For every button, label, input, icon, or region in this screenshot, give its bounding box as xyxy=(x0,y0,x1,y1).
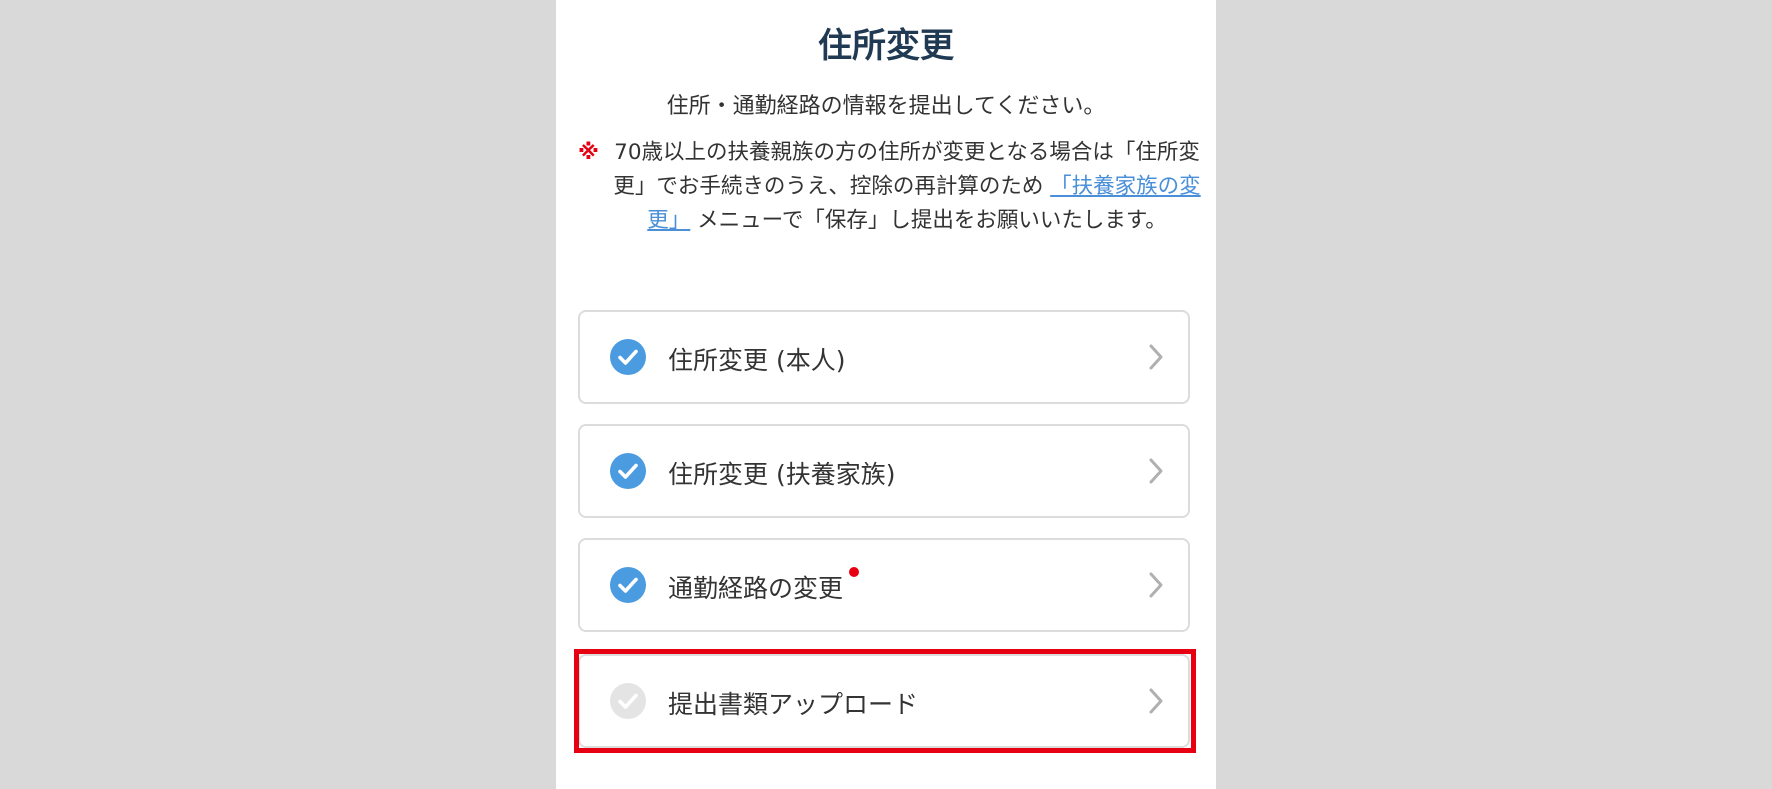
check-circle-icon xyxy=(610,683,646,719)
page-subtitle: 住所・通勤経路の情報を提出してください。 xyxy=(666,94,1106,119)
notice-text-after: メニューで「保存」し提出をお願いいたします。 xyxy=(697,208,1167,233)
menu-item-label: 住所変更 (扶養家族) xyxy=(668,460,896,489)
address-change-panel: 住所変更 住所・通勤経路の情報を提出してください。 ※ 70歳以上の扶養親族の方… xyxy=(556,0,1216,789)
menu-item-address-dependents[interactable]: 住所変更 (扶養家族) xyxy=(578,424,1190,518)
chevron-right-icon xyxy=(1149,344,1163,370)
check-circle-icon xyxy=(610,339,646,375)
notice-block: ※ 70歳以上の扶養親族の方の住所が変更となる場合は「住所変更」でお手続きのうえ… xyxy=(578,136,1208,238)
menu-item-label-text: 通勤経路の変更 xyxy=(668,574,844,603)
chevron-right-icon xyxy=(1149,458,1163,484)
menu-item-address-self[interactable]: 住所変更 (本人) xyxy=(578,310,1190,404)
menu-item-commute-route[interactable]: 通勤経路の変更 xyxy=(578,538,1190,632)
check-circle-icon xyxy=(610,453,646,489)
menu-item-label: 提出書類アップロード xyxy=(668,690,919,719)
menu-item-label: 通勤経路の変更 xyxy=(668,567,860,605)
page-title: 住所変更 xyxy=(818,26,954,66)
required-dot-icon xyxy=(849,567,860,577)
notice-mark-icon: ※ xyxy=(578,140,599,165)
notice-text: 70歳以上の扶養親族の方の住所が変更となる場合は「住所変更」でお手続きのうえ、控… xyxy=(606,136,1208,238)
chevron-right-icon xyxy=(1149,572,1163,598)
menu-item-document-upload[interactable]: 提出書類アップロード xyxy=(578,654,1190,748)
check-circle-icon xyxy=(610,567,646,603)
chevron-right-icon xyxy=(1149,688,1163,714)
menu-item-label: 住所変更 (本人) xyxy=(668,346,846,375)
